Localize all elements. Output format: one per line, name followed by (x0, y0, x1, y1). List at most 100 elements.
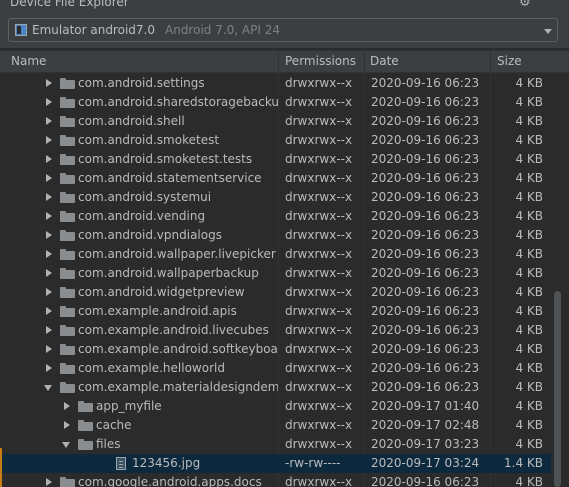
column-divider[interactable] (278, 51, 279, 72)
folder-row[interactable]: com.android.wallpaper.livepicker drwxrwx-… (0, 245, 551, 264)
row-permissions: drwxrwx--x (285, 323, 353, 337)
row-name: app_myfile (96, 399, 162, 413)
row-permissions: drwxrwx--x (285, 285, 353, 299)
chevron-down-icon[interactable] (62, 435, 72, 454)
folder-icon (60, 344, 75, 355)
folder-row[interactable]: com.example.android.softkeyboard drwxrwx-… (0, 340, 551, 359)
row-name: com.google.android.apps.docs (78, 475, 262, 487)
folder-icon (60, 116, 75, 127)
chevron-right-icon[interactable] (44, 226, 54, 245)
column-header-name[interactable]: Name (11, 51, 46, 72)
chevron-right-icon[interactable] (44, 207, 54, 226)
chevron-right-icon[interactable] (44, 264, 54, 283)
file-tree: com.android.settings drwxrwx--x 2020-09-16… (0, 73, 551, 487)
folder-row[interactable]: com.android.wallpaperbackup drwxrwx--x 202… (0, 264, 551, 283)
column-divider[interactable] (490, 51, 491, 72)
folder-row[interactable]: com.example.android.apis drwxrwx--x 2020-0… (0, 302, 551, 321)
scrollbar-thumb[interactable] (554, 291, 561, 487)
folder-row[interactable]: com.android.systemui drwxrwx--x 2020-09-16… (0, 188, 551, 207)
chevron-right-icon[interactable] (44, 74, 54, 93)
chevron-right-icon[interactable] (44, 473, 54, 487)
row-date: 2020-09-16 06:23 (371, 152, 480, 166)
chevron-right-icon[interactable] (44, 150, 54, 169)
folder-row[interactable]: com.android.vpndialogs drwxrwx--x 2020-09-… (0, 226, 551, 245)
folder-icon (78, 439, 93, 450)
folder-icon (60, 306, 75, 317)
folder-row[interactable]: com.example.helloworld drwxrwx--x 2020-09-… (0, 359, 551, 378)
chevron-right-icon[interactable] (44, 93, 54, 112)
folder-row[interactable]: com.google.android.apps.docs drwxrwx--x 20… (0, 473, 551, 487)
row-size: 4 KB (515, 171, 543, 185)
chevron-right-icon[interactable] (44, 112, 54, 131)
row-size: 4 KB (515, 228, 543, 242)
row-date: 2020-09-16 06:23 (371, 114, 480, 128)
folder-row[interactable]: com.android.widgetpreview drwxrwx--x 2020-… (0, 283, 551, 302)
column-divider[interactable] (364, 51, 365, 72)
row-permissions: drwxrwx--x (285, 228, 353, 242)
row-size: 4 KB (515, 361, 543, 375)
folder-row[interactable]: com.android.smoketest.tests drwxrwx--x 202… (0, 150, 551, 169)
window-title: Device File Explorer (10, 0, 129, 9)
folder-row[interactable]: com.example.materialdesigndemo drwxrwx--x… (0, 378, 551, 397)
chevron-right-icon[interactable] (44, 245, 54, 264)
chevron-right-icon[interactable] (44, 302, 54, 321)
folder-icon (60, 135, 75, 146)
chevron-down-icon[interactable] (544, 29, 552, 34)
chevron-right-icon[interactable] (44, 359, 54, 378)
chevron-right-icon[interactable] (62, 397, 72, 416)
row-size: 4 KB (515, 114, 543, 128)
device-dropdown[interactable]: Emulator android7.0 Android 7.0, API 24 (8, 18, 558, 42)
folder-icon (60, 211, 75, 222)
row-size: 4 KB (515, 475, 543, 487)
column-header-date[interactable]: Date (370, 51, 399, 72)
chevron-right-icon[interactable] (44, 188, 54, 207)
chevron-right-icon[interactable] (44, 169, 54, 188)
row-name: com.example.helloworld (78, 361, 225, 375)
row-name: 123456.jpg (132, 456, 201, 470)
folder-row[interactable]: com.android.statementservice drwxrwx--x 20… (0, 169, 551, 188)
folder-row[interactable]: com.android.shell drwxrwx--x 2020-09-16 06… (0, 112, 551, 131)
row-permissions: drwxrwx--x (285, 380, 353, 394)
column-header-permissions[interactable]: Permissions (285, 51, 356, 72)
folder-row[interactable]: cache drwxrwx--x 2020-09-17 02:48 4 KB (0, 416, 551, 435)
row-permissions: drwxrwx--x (285, 171, 353, 185)
folder-icon (60, 477, 75, 487)
row-size: 4 KB (515, 437, 543, 451)
gear-icon[interactable]: ⚙ (519, 0, 531, 10)
file-row[interactable]: 123456.jpg -rw-rw---- 2020-09-17 03:24 1.4 … (0, 454, 551, 473)
row-date: 2020-09-17 01:40 (371, 399, 480, 413)
row-name: com.example.android.apis (78, 304, 237, 318)
chevron-down-icon[interactable] (44, 378, 54, 397)
title-bar: Device File Explorer ⚙ (0, 0, 569, 12)
chevron-right-icon[interactable] (44, 340, 54, 359)
folder-row[interactable]: com.example.android.livecubes drwxrwx--x 2… (0, 321, 551, 340)
folder-row[interactable]: app_myfile drwxrwx--x 2020-09-17 01:40 4 KB (0, 397, 551, 416)
folder-row[interactable]: com.android.vending drwxrwx--x 2020-09-16 … (0, 207, 551, 226)
folder-row[interactable]: files drwxrwx--x 2020-09-17 03:23 4 KB (0, 435, 551, 454)
folder-row[interactable]: com.android.sharedstoragebackup drwxrwx--… (0, 93, 551, 112)
row-size: 4 KB (515, 285, 543, 299)
row-permissions: drwxrwx--x (285, 95, 353, 109)
row-permissions: drwxrwx--x (285, 133, 353, 147)
row-permissions: drwxrwx--x (285, 475, 353, 487)
row-date: 2020-09-16 06:23 (371, 304, 480, 318)
row-permissions: drwxrwx--x (285, 399, 353, 413)
chevron-right-icon[interactable] (44, 131, 54, 150)
folder-icon (60, 249, 75, 260)
row-date: 2020-09-16 06:23 (371, 380, 480, 394)
row-name: com.android.wallpaper.livepicker (78, 247, 276, 261)
row-permissions: drwxrwx--x (285, 209, 353, 223)
row-date: 2020-09-16 06:23 (371, 228, 480, 242)
device-icon (15, 24, 27, 36)
row-size: 4 KB (515, 418, 543, 432)
device-name: Emulator android7.0 (32, 23, 155, 37)
chevron-right-icon[interactable] (62, 416, 72, 435)
column-header-size[interactable]: Size (497, 51, 522, 72)
chevron-right-icon[interactable] (44, 321, 54, 340)
folder-row[interactable]: com.android.settings drwxrwx--x 2020-09-16… (0, 74, 551, 93)
row-date: 2020-09-16 06:23 (371, 285, 480, 299)
folder-row[interactable]: com.android.smoketest drwxrwx--x 2020-09-1… (0, 131, 551, 150)
panel-edge-accent (0, 448, 2, 487)
row-size: 1.4 KB (504, 456, 543, 470)
chevron-right-icon[interactable] (44, 283, 54, 302)
